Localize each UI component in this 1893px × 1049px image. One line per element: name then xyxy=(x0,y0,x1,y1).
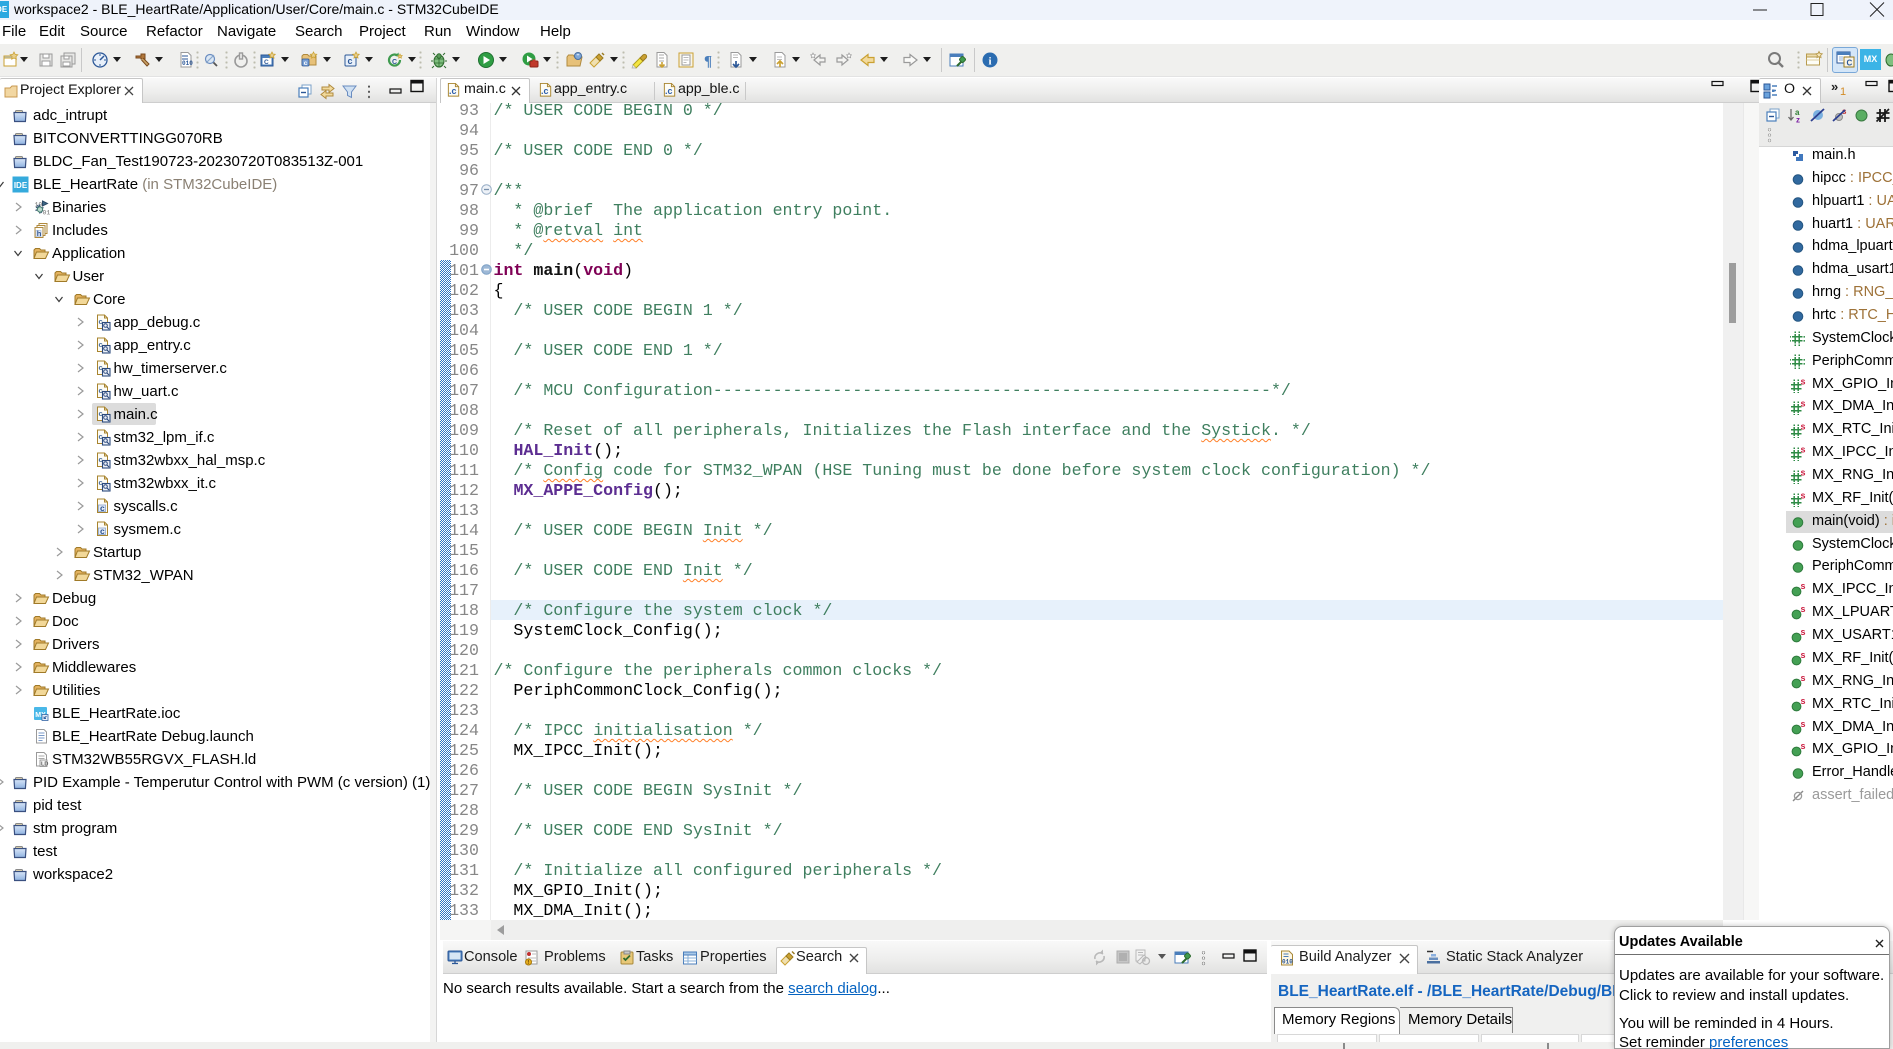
svg-text:s: s xyxy=(1801,697,1806,706)
svg-text:C: C xyxy=(1847,59,1853,68)
svg-text:s: s xyxy=(1801,628,1806,637)
svg-text:s: s xyxy=(1801,491,1806,501)
svg-text:c: c xyxy=(348,56,353,66)
svg-text:s: s xyxy=(1801,377,1806,387)
svg-text:s: s xyxy=(1801,720,1806,729)
svg-text:s: s xyxy=(1801,582,1806,591)
svg-text:010: 010 xyxy=(1282,959,1293,966)
svg-text:.c: .c xyxy=(541,86,548,96)
svg-text:c: c xyxy=(304,60,308,67)
svg-text:LD: LD xyxy=(41,762,48,768)
svg-text:.c: .c xyxy=(665,86,672,96)
svg-text:01: 01 xyxy=(43,210,51,217)
svg-text:c: c xyxy=(100,526,105,536)
svg-text:s: s xyxy=(1801,468,1806,478)
svg-text:s: s xyxy=(1801,399,1806,409)
svg-text:.c: .c xyxy=(449,86,456,96)
svg-text:IDE: IDE xyxy=(14,181,28,190)
svg-text:010: 010 xyxy=(182,60,193,67)
svg-text:s: s xyxy=(1801,742,1806,751)
svg-text:z: z xyxy=(1796,116,1800,125)
svg-text:i: i xyxy=(988,56,991,68)
svg-text:C: C xyxy=(264,59,269,66)
svg-text:c: c xyxy=(100,503,105,513)
svg-text:C: C xyxy=(392,59,397,66)
svg-text:¶: ¶ xyxy=(704,54,712,70)
svg-text:s: s xyxy=(1801,674,1806,683)
svg-text:!: ! xyxy=(527,960,529,966)
svg-text:h: h xyxy=(37,229,42,238)
svg-text:s: s xyxy=(1801,605,1806,614)
svg-text:s: s xyxy=(1801,651,1806,660)
svg-text:s: s xyxy=(1801,422,1806,432)
svg-text:s: s xyxy=(1801,445,1806,455)
